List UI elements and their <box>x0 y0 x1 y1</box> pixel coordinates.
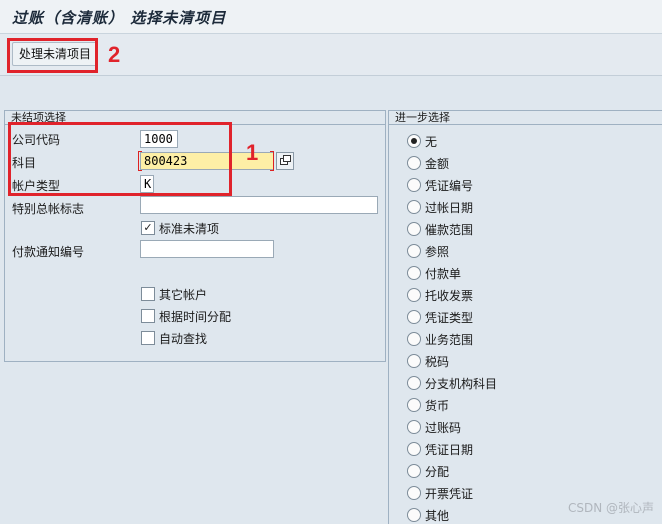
further-selection-group: 进一步选择 无 金额 凭证编号 过帐日期 催款范围 参照 付款单 托收发票 凭证… <box>388 110 662 524</box>
radio-label: 分配 <box>425 465 450 479</box>
radio-label: 业务范围 <box>425 333 474 347</box>
payment-notice-number-label: 付款通知编号 <box>12 245 85 259</box>
annotation-number-1: 1 <box>246 140 259 165</box>
required-marker-right <box>270 151 274 171</box>
radio-label: 托收发票 <box>425 289 474 303</box>
radio-label: 催款范围 <box>425 223 474 237</box>
time-distribution-checkbox[interactable] <box>141 309 155 323</box>
radio-button[interactable] <box>407 442 421 456</box>
radio-button[interactable] <box>407 420 421 434</box>
auto-search-checkbox[interactable] <box>141 331 155 345</box>
further-selection-title: 进一步选择 <box>389 111 662 125</box>
radio-button[interactable] <box>407 156 421 170</box>
radio-label: 金额 <box>425 157 450 171</box>
radio-button[interactable] <box>407 244 421 258</box>
radio-label: 凭证类型 <box>425 311 474 325</box>
radio-label: 货币 <box>425 399 450 413</box>
radio-label: 税码 <box>425 355 450 369</box>
watermark: CSDN @张心声 <box>567 501 654 515</box>
time-distribution-label: 根据时间分配 <box>159 310 232 324</box>
radio-button[interactable] <box>407 200 421 214</box>
radio-button[interactable] <box>407 266 421 280</box>
annotation-number-2: 2 <box>108 42 121 67</box>
radio-button[interactable] <box>407 222 421 236</box>
standard-open-items-checkbox[interactable]: ✓ <box>141 221 155 235</box>
radio-label: 其他 <box>425 509 450 523</box>
radio-button-selected[interactable] <box>407 134 421 148</box>
radio-label: 付款单 <box>425 267 462 281</box>
annotation-box-2 <box>7 38 98 73</box>
title-bar: 过账（含清账） 选择未清项目 <box>0 0 662 34</box>
radio-button[interactable] <box>407 398 421 412</box>
radio-button[interactable] <box>407 486 421 500</box>
radio-label: 凭证日期 <box>425 443 474 457</box>
radio-button[interactable] <box>407 376 421 390</box>
radio-label: 无 <box>425 135 438 149</box>
radio-label: 参照 <box>425 245 450 259</box>
multiple-selection-button[interactable] <box>276 152 294 170</box>
annotation-box-1 <box>8 122 232 196</box>
radio-button[interactable] <box>407 310 421 324</box>
radio-button[interactable] <box>407 464 421 478</box>
copy-icon-back <box>283 155 291 162</box>
radio-label: 过帐日期 <box>425 201 474 215</box>
auto-search-label: 自动查找 <box>159 332 208 346</box>
page-title: 过账（含清账） 选择未清项目 <box>12 9 227 27</box>
radio-label: 分支机构科目 <box>425 377 498 391</box>
radio-button[interactable] <box>407 354 421 368</box>
other-accounts-checkbox[interactable] <box>141 287 155 301</box>
radio-label: 过账码 <box>425 421 462 435</box>
payment-notice-number-field[interactable] <box>140 240 274 258</box>
standard-open-items-label: 标准未清项 <box>159 222 220 236</box>
special-gl-indicator-field[interactable] <box>140 196 378 214</box>
other-accounts-label: 其它帐户 <box>159 288 208 302</box>
radio-label: 凭证编号 <box>425 179 474 193</box>
application-toolbar: 处理未清项目 <box>0 34 662 76</box>
radio-label: 开票凭证 <box>425 487 474 501</box>
radio-button[interactable] <box>407 178 421 192</box>
radio-button[interactable] <box>407 332 421 346</box>
special-gl-indicator-label: 特别总帐标志 <box>12 202 85 216</box>
radio-button[interactable] <box>407 508 421 522</box>
radio-button[interactable] <box>407 288 421 302</box>
